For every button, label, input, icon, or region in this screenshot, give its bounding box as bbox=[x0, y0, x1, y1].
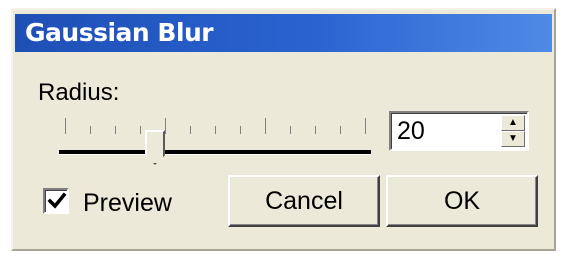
slider-tick bbox=[140, 126, 141, 134]
title-bar[interactable]: Gaussian Blur bbox=[15, 14, 552, 52]
slider-tick bbox=[365, 118, 366, 134]
triangle-up-icon: ▲ bbox=[508, 117, 518, 128]
slider-tick bbox=[65, 118, 66, 134]
triangle-down-icon: ▼ bbox=[508, 133, 518, 144]
slider-tick bbox=[290, 126, 291, 134]
slider-tick bbox=[165, 118, 166, 134]
radius-slider[interactable] bbox=[57, 110, 377, 172]
preview-label[interactable]: Preview bbox=[83, 188, 172, 218]
checkmark-icon bbox=[47, 192, 67, 209]
ok-button[interactable]: OK bbox=[386, 175, 538, 227]
slider-track bbox=[59, 150, 371, 155]
slider-tick bbox=[340, 126, 341, 134]
radius-value-input[interactable]: 20 bbox=[397, 115, 425, 147]
window-title: Gaussian Blur bbox=[25, 18, 214, 47]
slider-tick bbox=[265, 118, 266, 134]
radius-spinbox[interactable]: 20 ▲ ▼ bbox=[389, 111, 529, 151]
gaussian-blur-dialog: Gaussian Blur Radius: 20 ▲ ▼ Preview Can… bbox=[11, 8, 556, 251]
slider-tick bbox=[115, 126, 116, 134]
spin-down-button[interactable]: ▼ bbox=[501, 131, 525, 147]
slider-tick bbox=[215, 126, 216, 134]
cancel-button[interactable]: Cancel bbox=[228, 175, 380, 227]
slider-tick bbox=[190, 126, 191, 134]
spin-buttons: ▲ ▼ bbox=[501, 115, 525, 147]
slider-tick bbox=[315, 126, 316, 134]
preview-checkbox[interactable] bbox=[43, 188, 69, 214]
spin-up-button[interactable]: ▲ bbox=[501, 115, 525, 131]
radius-label: Radius: bbox=[38, 79, 120, 106]
slider-tick bbox=[240, 126, 241, 134]
slider-thumb[interactable] bbox=[145, 130, 165, 165]
slider-tick bbox=[90, 126, 91, 134]
